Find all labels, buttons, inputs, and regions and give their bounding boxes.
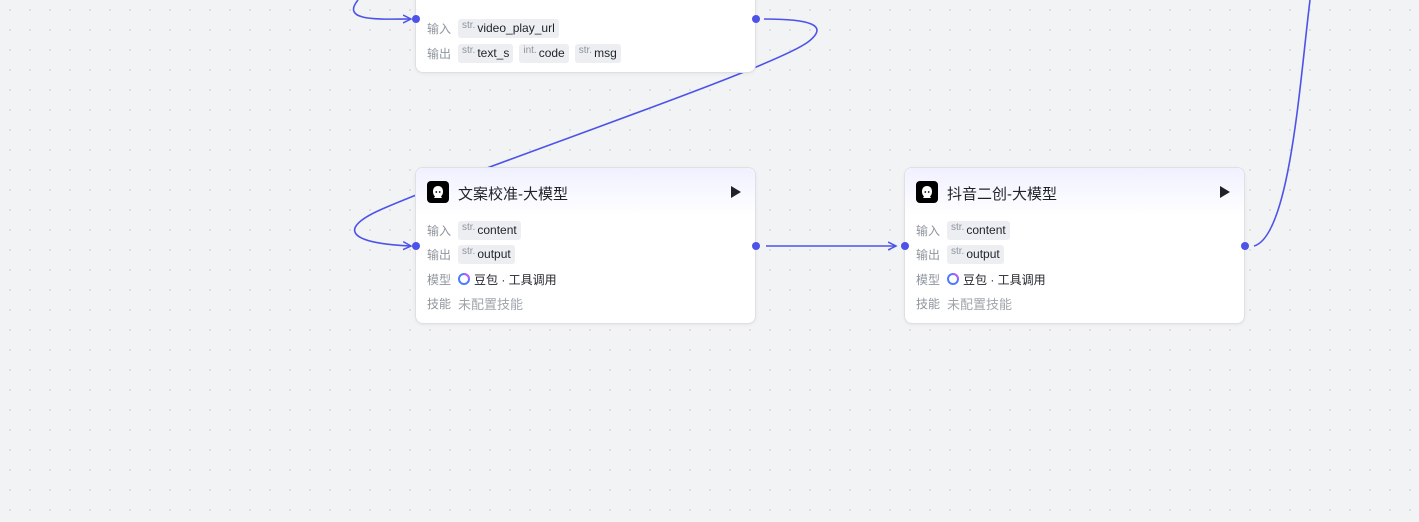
inputs-row: 输入 str. content <box>427 220 527 240</box>
model-label: 模型 <box>916 272 941 287</box>
outputs-label: 输出 <box>427 46 452 61</box>
inputs-label: 输入 <box>427 223 452 238</box>
outputs-row: 输出 str. output <box>916 244 1010 264</box>
output-port[interactable] <box>1241 242 1249 250</box>
outputs-label: 输出 <box>427 247 452 262</box>
edge-incoming-top <box>352 0 411 19</box>
inputs-row: 输入 str. content <box>916 220 1016 240</box>
input-port[interactable] <box>412 242 420 250</box>
input-param-content: str. content <box>947 220 1010 240</box>
node-proofread-llm[interactable]: 文案校准-大模型 输入 str. content 输出 str. output … <box>415 167 756 324</box>
input-param-content: str. content <box>458 220 521 240</box>
param-type: str. <box>462 221 476 233</box>
node-video-extract[interactable]: 输入 str. video_play_url 输出 str. text_s in… <box>415 0 756 73</box>
param-type: str. <box>462 44 476 56</box>
node-douyin-llm[interactable]: 抖音二创-大模型 输入 str. content 输出 str. output … <box>904 167 1245 324</box>
skills-label: 技能 <box>916 296 941 311</box>
output-port[interactable] <box>752 242 760 250</box>
param-name: content <box>966 223 1006 237</box>
model-row: 模型 豆包 · 工具调用 <box>427 269 557 289</box>
node-header: 抖音二创-大模型 <box>905 168 1244 216</box>
skills-value: 未配置技能 <box>458 296 524 312</box>
model-name: 豆包 · 工具调用 <box>474 272 557 287</box>
inputs-label: 输入 <box>427 21 452 36</box>
output-param-text-s: str. text_s <box>458 43 514 63</box>
node-title: 文案校准-大模型 <box>458 186 568 203</box>
param-type: str. <box>462 19 476 31</box>
param-name: msg <box>594 46 617 60</box>
model-name: 豆包 · 工具调用 <box>963 272 1046 287</box>
input-port[interactable] <box>901 242 909 250</box>
llm-icon <box>916 181 938 203</box>
param-type: str. <box>578 44 593 56</box>
param-name: video_play_url <box>477 21 555 35</box>
param-type: int. <box>523 44 537 56</box>
doubao-model-icon <box>947 273 959 285</box>
output-param-output: str. output <box>947 244 1004 264</box>
doubao-model-icon <box>458 273 470 285</box>
output-param-code: int. code <box>519 43 569 63</box>
outputs-label: 输出 <box>916 247 941 262</box>
inputs-row: 输入 str. video_play_url <box>427 18 565 38</box>
input-param-video-play-url: str. video_play_url <box>458 18 559 38</box>
skills-row: 技能 未配置技能 <box>916 293 1012 313</box>
param-type: str. <box>951 221 965 233</box>
outputs-row: 输出 str. output <box>427 244 521 264</box>
param-type: str. <box>462 245 476 257</box>
edge-douyin-outgoing <box>1253 0 1311 247</box>
llm-icon <box>427 181 449 203</box>
param-name: content <box>477 223 517 237</box>
param-name: text_s <box>477 46 510 60</box>
param-name: code <box>538 46 565 60</box>
run-node-button[interactable] <box>731 186 741 198</box>
skills-label: 技能 <box>427 296 452 311</box>
run-node-button[interactable] <box>1220 186 1230 198</box>
model-row: 模型 豆包 · 工具调用 <box>916 269 1046 289</box>
node-title: 抖音二创-大模型 <box>947 186 1057 203</box>
skills-value: 未配置技能 <box>947 296 1013 312</box>
inputs-label: 输入 <box>916 223 941 238</box>
output-param-output: str. output <box>458 244 515 264</box>
skills-row: 技能 未配置技能 <box>427 293 523 313</box>
input-port[interactable] <box>412 15 420 23</box>
param-name: output <box>477 247 511 261</box>
output-port[interactable] <box>752 15 760 23</box>
output-param-msg: str. msg <box>574 43 621 63</box>
outputs-row: 输出 str. text_s int. code str. msg <box>427 43 627 63</box>
model-label: 模型 <box>427 272 452 287</box>
node-header: 文案校准-大模型 <box>416 168 755 216</box>
param-name: output <box>966 247 1000 261</box>
param-type: str. <box>951 245 965 257</box>
